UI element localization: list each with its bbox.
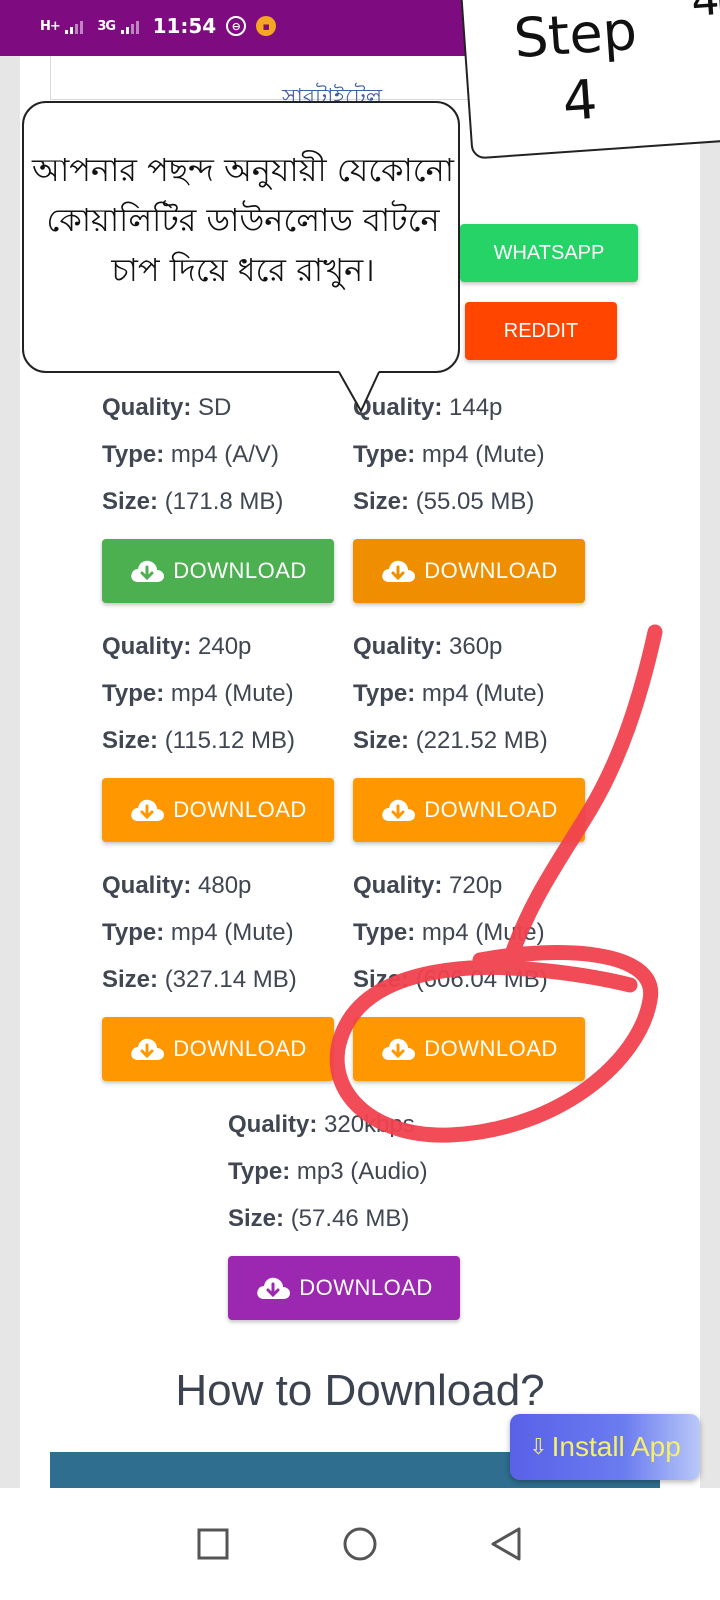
download-option-card: Quality: 360p Type: mp4 (Mute) Size: (221.… [353, 630, 593, 842]
download-button[interactable]: DOWNLOAD [353, 539, 585, 603]
do-not-disturb-icon: ⊖ [226, 16, 247, 36]
size-row: Size: (171.8 MB) [102, 488, 284, 515]
step-corner-number: 4 [689, 0, 720, 27]
download-button[interactable]: DOWNLOAD [102, 539, 334, 603]
type-row: Type: mp4 (Mute) [353, 680, 545, 707]
signal-icon [120, 20, 139, 34]
download-button[interactable]: DOWNLOAD [102, 1017, 334, 1081]
download-button[interactable]: DOWNLOAD [353, 778, 585, 842]
cloud-download-icon [129, 1036, 165, 1062]
share-whatsapp-button[interactable]: WHATSAPP [460, 224, 638, 282]
download-option-card: Quality: 144p Type: mp4 (Mute) Size: (55.0… [353, 391, 593, 603]
back-triangle-icon[interactable] [485, 1522, 529, 1566]
screen-record-icon: ▪ [256, 16, 277, 36]
quality-row: Quality: 320kbps [228, 1111, 415, 1138]
download-option-card: Quality: 480p Type: mp4 (Mute) Size: (327.… [102, 869, 342, 1081]
size-row: Size: (221.52 MB) [353, 727, 548, 754]
cloud-download-icon [129, 797, 165, 823]
type-row: Type: mp3 (Audio) [228, 1158, 428, 1185]
quality-row: Quality: 240p [102, 633, 252, 660]
cloud-download-icon [380, 797, 416, 823]
system-navigation-bar [0, 1488, 720, 1600]
download-option-card: Quality: SD Type: mp4 (A/V) Size: (171.8 M… [102, 391, 342, 603]
cloud-download-icon [380, 558, 416, 584]
step-card: Step 4 4 [460, 0, 720, 160]
callout-pointer [338, 371, 380, 414]
recents-square-icon[interactable] [191, 1522, 235, 1566]
how-to-download-heading: How to Download? [175, 1366, 545, 1415]
size-row: Size: (327.14 MB) [102, 966, 297, 993]
download-option-card: Quality: 240p Type: mp4 (Mute) Size: (115.… [102, 630, 342, 842]
network-indicator-2: 3G [97, 19, 142, 34]
download-button[interactable]: DOWNLOAD [102, 778, 334, 842]
size-row: Size: (115.12 MB) [102, 727, 295, 754]
down-arrow-icon: ⇩ [529, 1434, 548, 1459]
instruction-text: আপনার পছন্দ অনুযায়ী যেকোনো কোয়ালিটির ড… [31, 151, 455, 289]
quality-row: Quality: SD [102, 394, 232, 421]
cloud-download-icon [380, 1036, 416, 1062]
home-circle-icon[interactable] [338, 1522, 382, 1566]
type-row: Type: mp4 (Mute) [102, 919, 294, 946]
type-row: Type: mp4 (Mute) [353, 919, 545, 946]
cloud-download-icon [129, 558, 165, 584]
size-row: Size: (606.04 MB) [353, 966, 548, 993]
step-label: Step 4 [511, 0, 639, 134]
size-row: Size: (55.05 MB) [353, 488, 535, 515]
type-row: Type: mp4 (Mute) [102, 680, 294, 707]
clock: 11:54 [152, 14, 217, 38]
download-button[interactable]: DOWNLOAD [353, 1017, 585, 1081]
share-reddit-button[interactable]: REDDIT [465, 302, 617, 360]
install-app-button[interactable]: ⇩ Install App [510, 1414, 700, 1480]
quality-row: Quality: 144p [353, 394, 503, 421]
type-row: Type: mp4 (A/V) [102, 441, 279, 468]
download-option-card: Quality: 320kbps Type: mp3 (Audio) Size: (… [228, 1108, 468, 1320]
quality-row: Quality: 720p [353, 872, 503, 899]
download-button[interactable]: DOWNLOAD [228, 1256, 460, 1320]
network-indicator: H+ [40, 19, 87, 34]
cloud-download-icon [255, 1275, 291, 1301]
quality-row: Quality: 360p [353, 633, 503, 660]
quality-row: Quality: 480p [102, 872, 252, 899]
signal-icon [65, 20, 84, 34]
download-option-card: Quality: 720p Type: mp4 (Mute) Size: (606.… [353, 869, 593, 1081]
type-row: Type: mp4 (Mute) [353, 441, 545, 468]
size-row: Size: (57.46 MB) [228, 1205, 410, 1232]
instruction-callout: আপনার পছন্দ অনুযায়ী যেকোনো কোয়ালিটির ড… [22, 101, 460, 373]
